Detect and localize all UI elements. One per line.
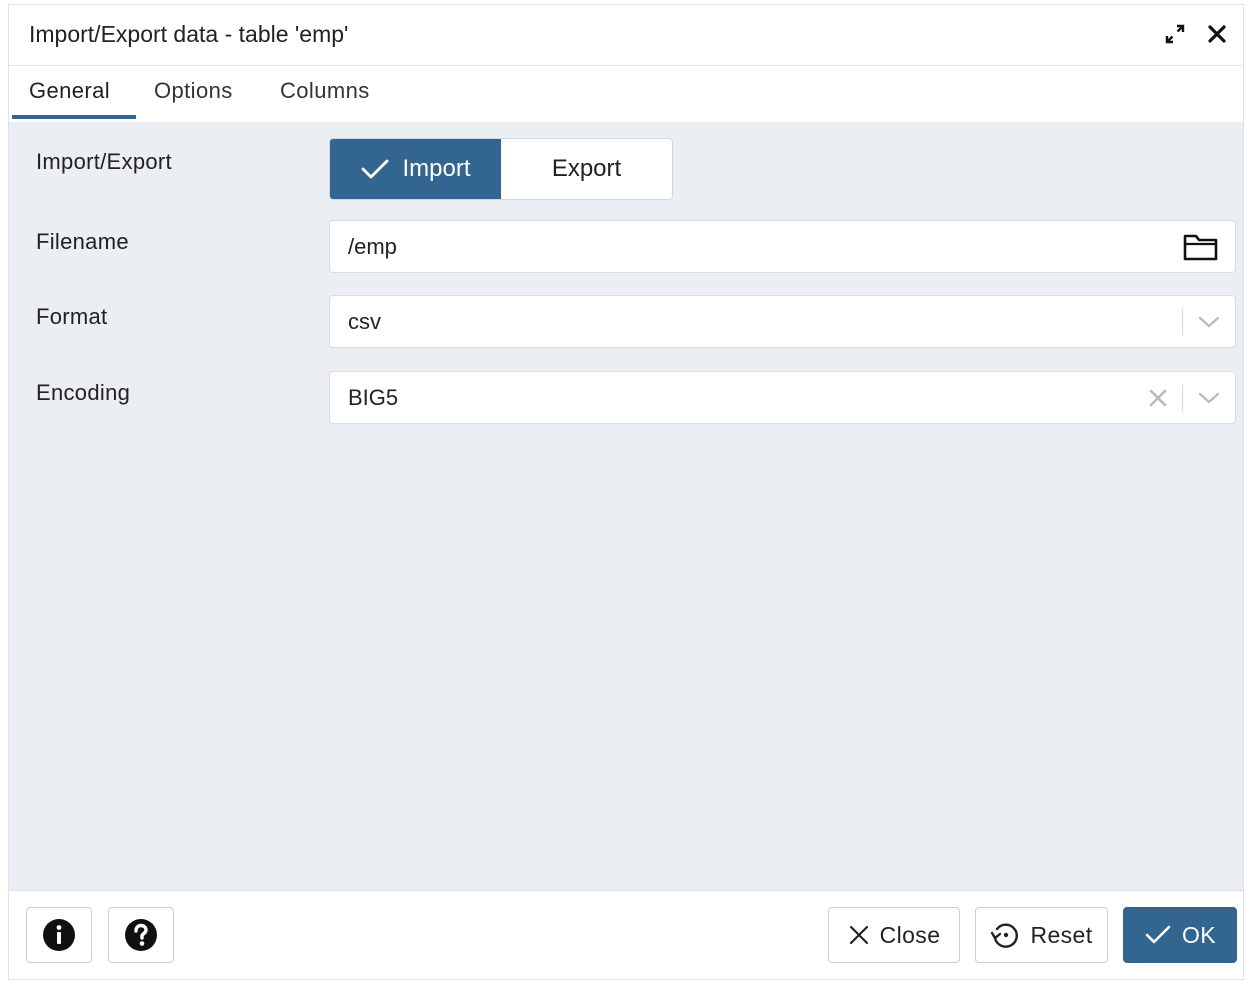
dialog-titlebar[interactable]: Import/Export data - table 'emp' xyxy=(9,5,1243,66)
active-tab-indicator xyxy=(12,115,136,119)
chevron-down-icon[interactable] xyxy=(1197,388,1221,408)
info-icon xyxy=(43,919,75,951)
format-separator xyxy=(1182,309,1183,335)
tab-columns[interactable]: Columns xyxy=(280,78,370,120)
help-icon xyxy=(125,919,157,951)
import-export-toggle: Import Export xyxy=(329,138,673,200)
close-x-icon xyxy=(849,925,868,945)
check-icon xyxy=(362,159,389,179)
title-icons xyxy=(1163,22,1229,46)
encoding-select[interactable]: BIG5 xyxy=(329,371,1236,424)
reset-button-label: Reset xyxy=(1030,921,1093,948)
ok-button[interactable]: OK xyxy=(1123,907,1237,963)
chevron-down-icon[interactable] xyxy=(1197,312,1221,332)
dialog-title: Import/Export data - table 'emp' xyxy=(29,21,349,47)
filename-value: /emp xyxy=(348,234,397,259)
reset-button[interactable]: Reset xyxy=(975,907,1108,963)
import-option-label: Import xyxy=(402,155,471,182)
filename-label: Filename xyxy=(36,229,129,254)
close-icon[interactable] xyxy=(1205,22,1229,46)
close-button[interactable]: Close xyxy=(828,907,960,963)
tab-bar: General Options Columns xyxy=(9,66,1243,123)
help-button[interactable] xyxy=(108,907,174,963)
tab-general[interactable]: General xyxy=(29,78,110,120)
export-option[interactable]: Export xyxy=(501,139,672,199)
import-option[interactable]: Import xyxy=(330,139,501,199)
form-content: Import/Export Import Export Filename /em… xyxy=(9,122,1243,891)
close-button-label: Close xyxy=(879,921,941,948)
import-export-label: Import/Export xyxy=(36,149,172,174)
clear-icon[interactable] xyxy=(1147,387,1169,409)
filename-field[interactable]: /emp xyxy=(329,220,1236,273)
tab-options[interactable]: Options xyxy=(154,78,233,120)
format-select[interactable]: csv xyxy=(329,295,1236,348)
encoding-separator xyxy=(1182,385,1183,411)
reset-icon xyxy=(991,923,1019,948)
ok-button-label: OK xyxy=(1181,921,1217,948)
expand-icon[interactable] xyxy=(1163,22,1187,46)
encoding-label: Encoding xyxy=(36,380,131,405)
dialog-footer: Close Reset OK xyxy=(9,890,1243,979)
info-button[interactable] xyxy=(26,907,92,963)
check-icon xyxy=(1145,925,1171,944)
import-export-dialog: Import/Export data - table 'emp' General… xyxy=(8,4,1244,980)
format-label: Format xyxy=(36,304,108,329)
encoding-value: BIG5 xyxy=(348,385,399,410)
export-option-label: Export xyxy=(551,155,622,182)
format-value: csv xyxy=(348,309,381,334)
folder-icon[interactable] xyxy=(1183,232,1219,262)
